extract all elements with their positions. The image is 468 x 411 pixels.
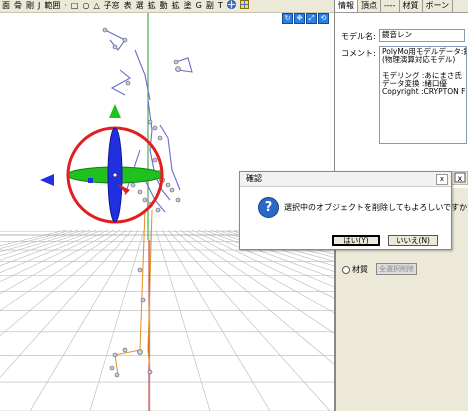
model-name-label: モデル名:: [341, 32, 376, 41]
grid-line: [29, 229, 139, 411]
radio-material-label: 材質: [352, 265, 368, 274]
grid-line: [0, 229, 109, 283]
grid-line: [185, 229, 334, 314]
confirm-dialog: 確認 x ? 選択中のオブジェクトを削除してもよろしいですか? はい(Y) いい…: [239, 171, 468, 250]
grid-icon[interactable]: [238, 0, 251, 13]
rotate-view-icon[interactable]: ↻: [282, 13, 293, 24]
svg-text:x: x: [458, 174, 463, 183]
grid-line: [179, 229, 334, 334]
toolbar-rigid[interactable]: 剛: [24, 0, 36, 12]
grid-line: [0, 229, 73, 249]
toolbar-square[interactable]: □: [69, 0, 81, 12]
zoom-view-icon[interactable]: ⤢: [306, 13, 317, 24]
toolbar-sub[interactable]: 副: [204, 0, 216, 12]
comment-field[interactable]: PolyMo用モデルデータ:鏡音レン (物理演算対応モデル) モデリング :あに…: [379, 46, 467, 144]
toolbar-select[interactable]: 選: [134, 0, 146, 12]
toolbar-expand[interactable]: 拡: [170, 0, 182, 12]
grid-line: [197, 229, 334, 288]
yes-button[interactable]: はい(Y): [332, 235, 380, 246]
toolbar-group[interactable]: G: [194, 0, 204, 12]
tab-material[interactable]: 材質: [400, 0, 423, 12]
toolbar-face[interactable]: 面: [0, 0, 12, 12]
transform-gizmo[interactable]: [40, 104, 164, 224]
toolbar-paint[interactable]: 塗: [182, 0, 194, 12]
reset-view-icon[interactable]: ⟲: [318, 13, 329, 24]
view-tool-icons: ↻ ✥ ⤢ ⟲: [282, 13, 329, 24]
tab-vertex[interactable]: 頂点: [358, 0, 381, 12]
toolbar-range[interactable]: 範囲: [42, 0, 62, 12]
comment-label: コメント:: [341, 49, 376, 58]
grid-line: [0, 229, 97, 267]
no-button[interactable]: いいえ(N): [388, 235, 438, 246]
dialog-title: 確認: [246, 174, 262, 183]
question-icon: ?: [258, 197, 279, 218]
grid-line: [155, 229, 211, 411]
grid-line: [221, 229, 334, 262]
toolbar-scale[interactable]: 拡: [146, 0, 158, 12]
globe-icon[interactable]: [225, 0, 238, 13]
grid-line: [89, 229, 145, 411]
radio-dot: [342, 265, 350, 274]
toolbar-move[interactable]: 動: [158, 0, 170, 12]
comment-line: Copyright :CRYPTON FUTU: [382, 87, 466, 96]
toolbar-display[interactable]: 表: [122, 0, 134, 12]
toolbar-bone[interactable]: 骨: [12, 0, 24, 12]
grid-line: [0, 229, 127, 336]
model-name-value: 鏡音レン: [382, 30, 412, 39]
tab-blank[interactable]: ----: [381, 0, 400, 12]
toolbar-child-window[interactable]: 子窓: [102, 0, 122, 12]
dialog-message: 選択中のオブジェクトを削除してもよろしいですか?: [284, 203, 468, 212]
main-toolbar: 面 骨 剛 J 範囲 · □ ○ △ 子窓 表 選 拡 動 拡 塗 G 副 T: [0, 0, 334, 13]
panel-tabs: 情報 頂点 ---- 材質 ボーン: [335, 0, 468, 13]
grid-line: [0, 229, 85, 256]
toolbar-t[interactable]: T: [216, 0, 225, 12]
grid-line: [0, 229, 91, 261]
toolbar-triangle[interactable]: △: [91, 0, 101, 12]
delete-selection-button[interactable]: 全選択削除: [376, 263, 417, 275]
pan-view-icon[interactable]: ✥: [294, 13, 305, 24]
dialog-titlebar: 確認 x: [240, 172, 451, 187]
tab-bone[interactable]: ボーン: [423, 0, 454, 12]
comment-line: (物理演算対応モデル): [382, 55, 456, 64]
grid-line: [215, 229, 334, 267]
toolbar-circle[interactable]: ○: [80, 0, 91, 12]
grid-line: [161, 229, 271, 411]
grid-line: [0, 229, 79, 253]
model-name-field[interactable]: 鏡音レン: [379, 29, 465, 42]
radio-material[interactable]: 材質: [342, 264, 368, 275]
tab-info[interactable]: 情報: [335, 0, 358, 12]
close-icon[interactable]: x: [436, 174, 448, 185]
grid-line: [0, 229, 115, 295]
